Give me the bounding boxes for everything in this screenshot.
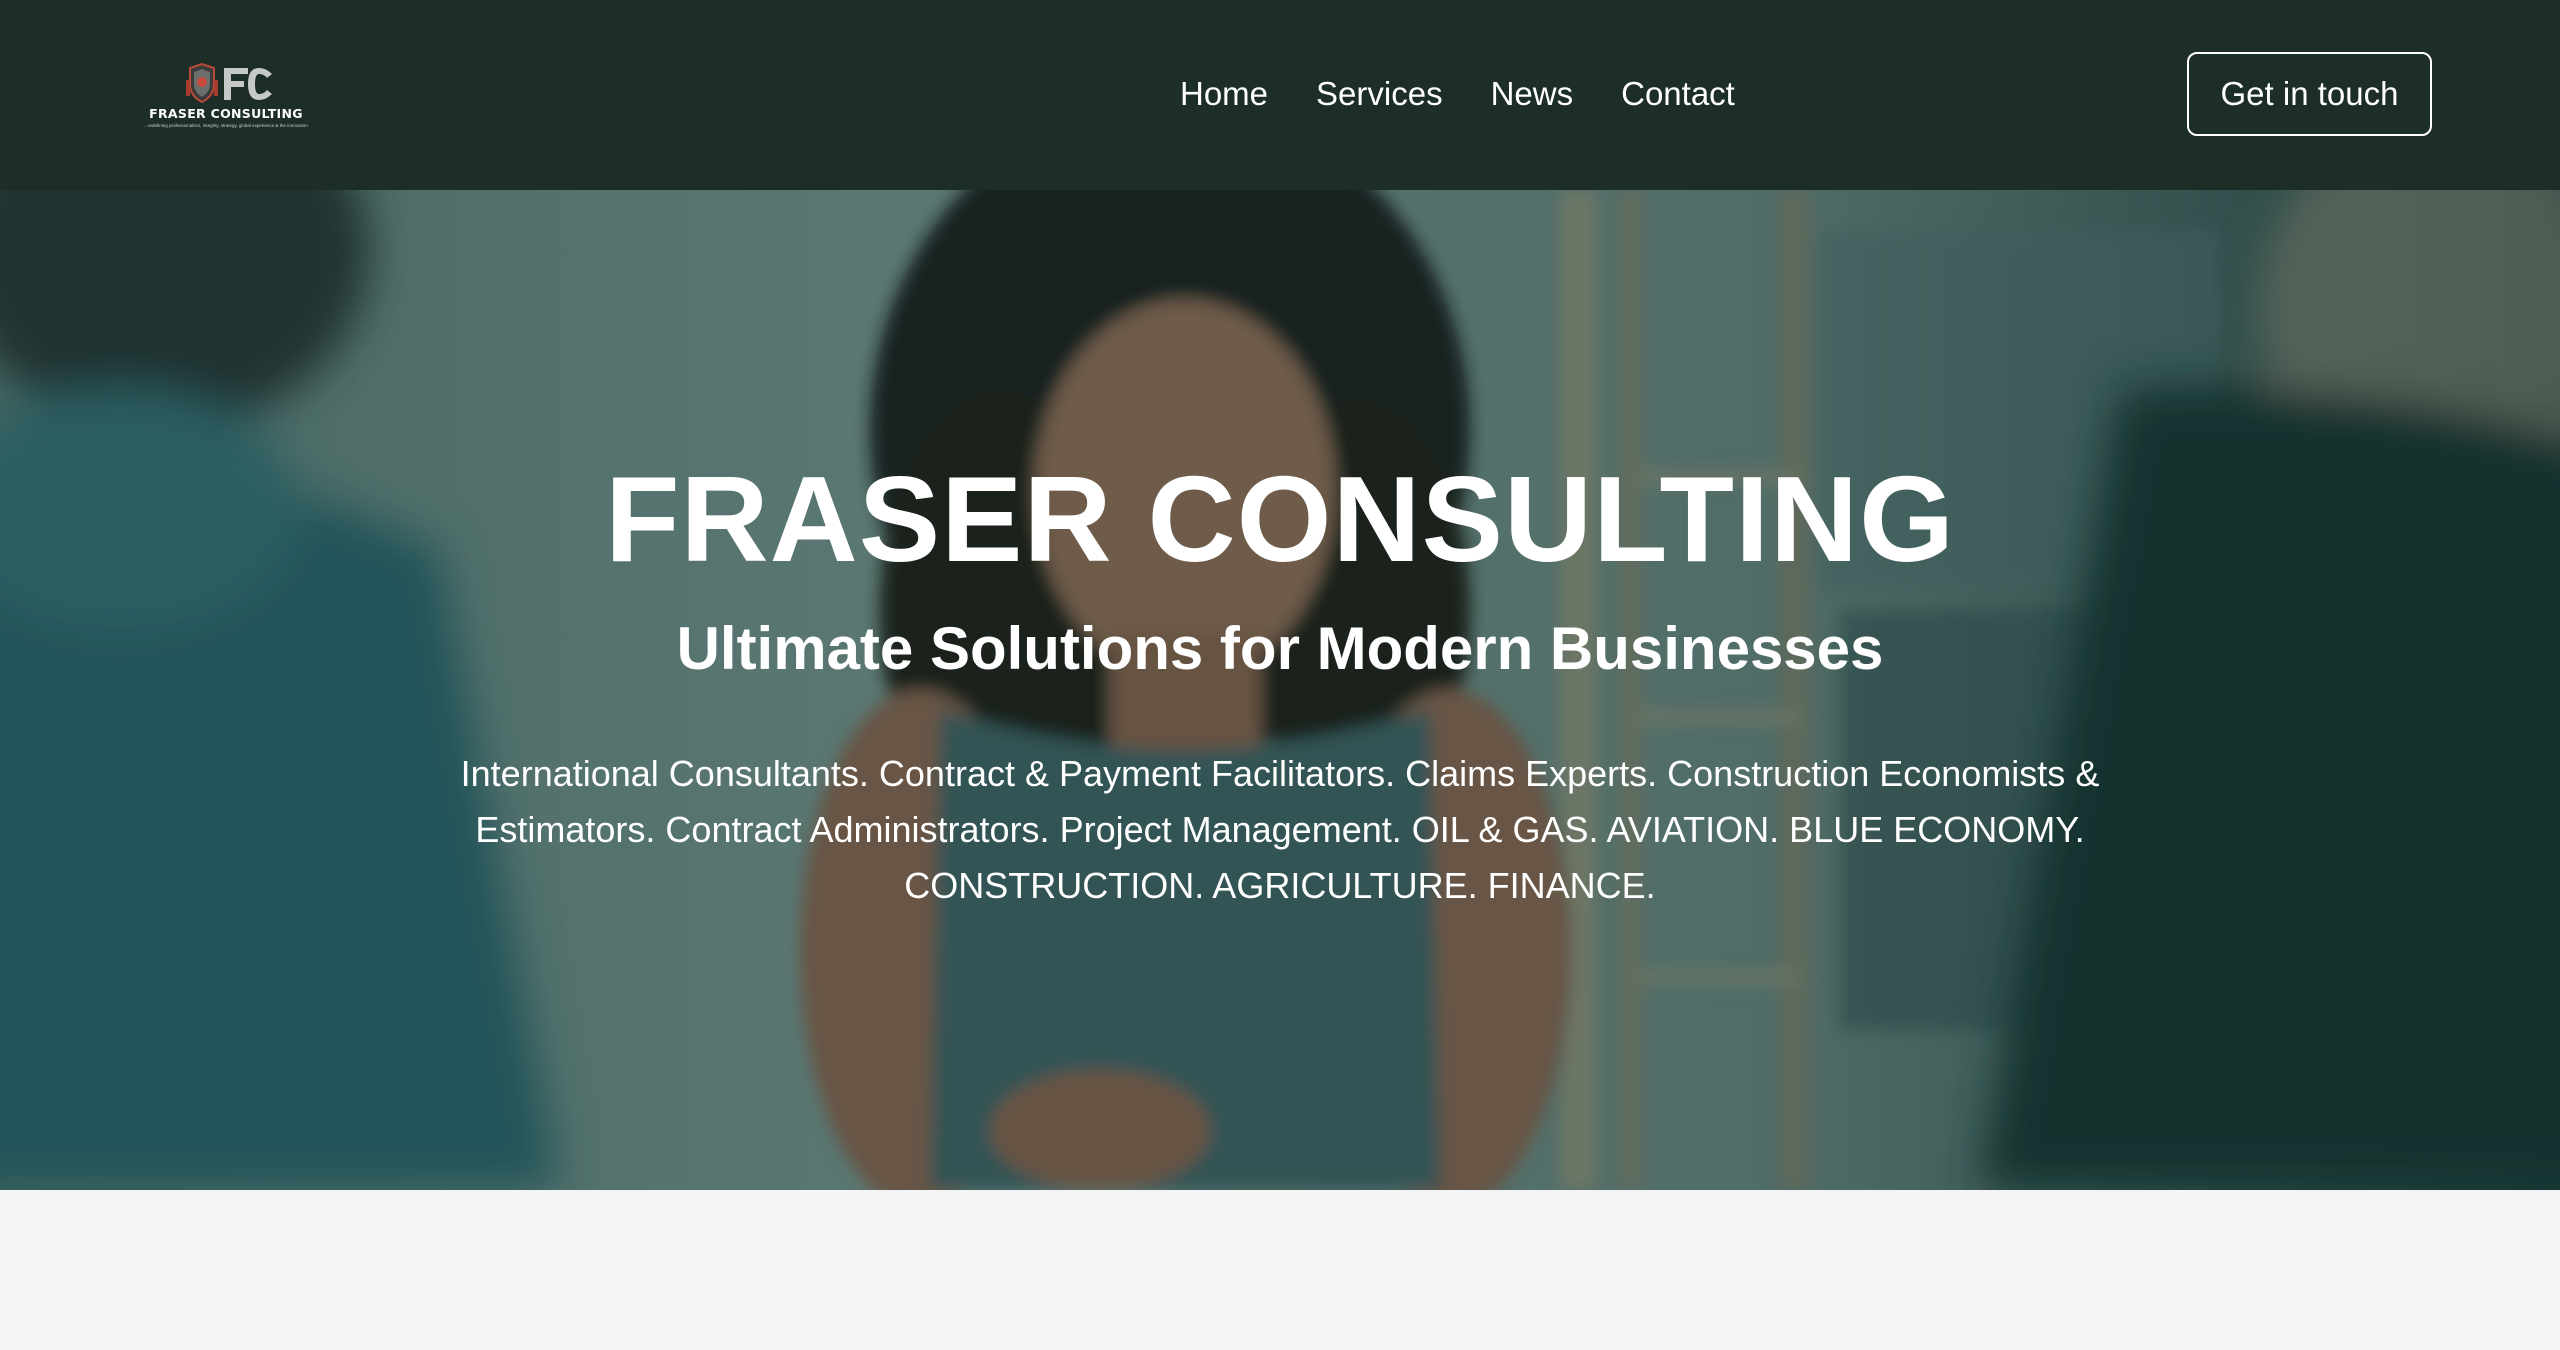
content-area — [0, 1190, 2560, 1350]
hero-title: FRASER CONSULTING — [605, 451, 1955, 587]
brand-name: FRASER CONSULTING — [149, 106, 303, 121]
nav-news-link[interactable]: News — [1491, 68, 1574, 120]
nav-services-link[interactable]: Services — [1316, 68, 1443, 120]
nav-home-link[interactable]: Home — [1180, 68, 1268, 120]
nav-contact-link[interactable]: Contact — [1621, 68, 1735, 120]
hero-description: International Consultants. Contract & Pa… — [460, 753, 2100, 906]
main-nav: Home Services News Contact — [1180, 68, 1735, 120]
crest-logo-icon — [186, 62, 272, 104]
brand-logo[interactable]: FRASER CONSULTING ...redefining professi… — [128, 58, 324, 130]
hero-content: FRASER CONSULTING Ultimate Solutions for… — [0, 190, 2560, 1190]
hero-section: FRASER CONSULTING Ultimate Solutions for… — [0, 190, 2560, 1190]
brand-tagline: ...redefining professionalism, integrity… — [144, 123, 308, 128]
get-in-touch-button[interactable]: Get in touch — [2187, 52, 2432, 136]
hero-subtitle: Ultimate Solutions for Modern Businesses — [676, 615, 1884, 682]
site-header: FRASER CONSULTING ...redefining professi… — [0, 0, 2560, 190]
